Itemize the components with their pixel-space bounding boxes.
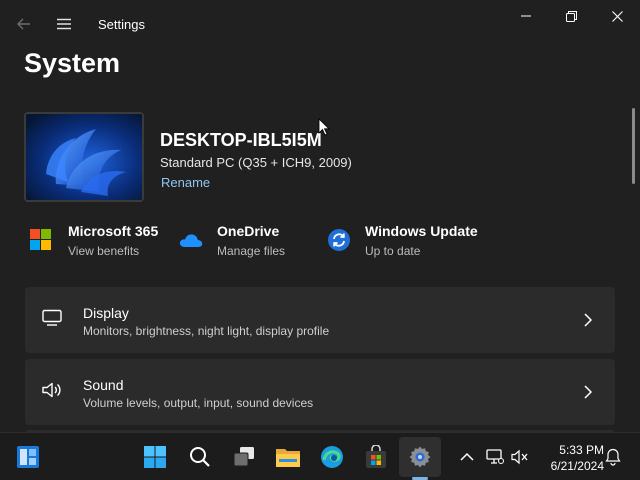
microsoft-365-icon <box>30 228 54 252</box>
quick-link-subtitle: View benefits <box>68 244 140 258</box>
settings-item-description: Monitors, brightness, night light, displ… <box>83 324 330 338</box>
device-description: Standard PC (Q35 + ICH9, 2009) <box>160 155 352 170</box>
quick-link-title: OneDrive <box>217 223 280 239</box>
onedrive-icon <box>179 228 203 252</box>
quick-link-onedrive[interactable]: OneDrive Manage files <box>179 218 299 264</box>
speaker-icon <box>41 381 65 403</box>
desktop-wallpaper-thumbnail <box>24 112 144 202</box>
device-name: DESKTOP-IBL5I5M <box>160 130 322 150</box>
chevron-right-icon <box>583 312 597 328</box>
volume-muted-icon[interactable] <box>510 447 530 467</box>
quick-link-title: Microsoft 365 <box>68 223 159 239</box>
quick-link-microsoft-365[interactable]: Microsoft 365 View benefits <box>30 218 170 264</box>
quick-link-subtitle: Manage files <box>217 244 286 258</box>
hamburger-menu-icon[interactable] <box>54 14 74 34</box>
page-title: System <box>24 48 121 78</box>
chevron-right-icon <box>583 384 597 400</box>
clock[interactable]: 5:33 PM 6/21/2024 <box>536 442 604 474</box>
quick-link-title: Windows Update <box>365 223 478 239</box>
start-icon[interactable] <box>141 443 169 471</box>
settings-item-description: Volume levels, output, input, sound devi… <box>83 396 314 410</box>
chevron-up-icon[interactable] <box>457 447 477 467</box>
mouse-cursor-icon <box>318 118 330 136</box>
task-view-icon[interactable] <box>230 443 258 471</box>
scrollbar[interactable] <box>632 108 635 184</box>
settings-gear-icon[interactable] <box>406 443 434 471</box>
search-icon[interactable] <box>186 443 214 471</box>
quick-link-windows-update[interactable]: Windows Update Up to date <box>327 218 487 264</box>
rename-link[interactable]: Rename <box>161 175 210 190</box>
windows-update-icon <box>327 228 351 252</box>
settings-item-display[interactable]: Display Monitors, brightness, night ligh… <box>25 287 615 353</box>
title-bar: Settings <box>0 0 640 48</box>
settings-item-sound[interactable]: Sound Volume levels, output, input, soun… <box>25 359 615 425</box>
minimize-button[interactable] <box>503 4 549 28</box>
store-icon[interactable] <box>362 443 390 471</box>
file-explorer-icon[interactable] <box>274 443 302 471</box>
taskbar: 5:33 PM 6/21/2024 <box>0 432 640 480</box>
settings-item-title: Display <box>83 305 129 321</box>
close-button[interactable] <box>594 4 640 28</box>
back-arrow-icon[interactable] <box>14 14 34 34</box>
restore-button[interactable] <box>548 4 594 28</box>
widgets-icon[interactable] <box>14 443 42 471</box>
window-title: Settings <box>98 17 145 32</box>
settings-item-title: Sound <box>83 377 124 393</box>
quick-link-subtitle: Up to date <box>365 244 421 258</box>
clock-time: 5:33 PM <box>559 443 604 457</box>
network-icon[interactable] <box>485 447 505 467</box>
clock-date: 6/21/2024 <box>550 459 604 473</box>
edge-icon[interactable] <box>318 443 346 471</box>
monitor-icon <box>41 309 65 331</box>
notification-icon[interactable] <box>603 447 623 467</box>
